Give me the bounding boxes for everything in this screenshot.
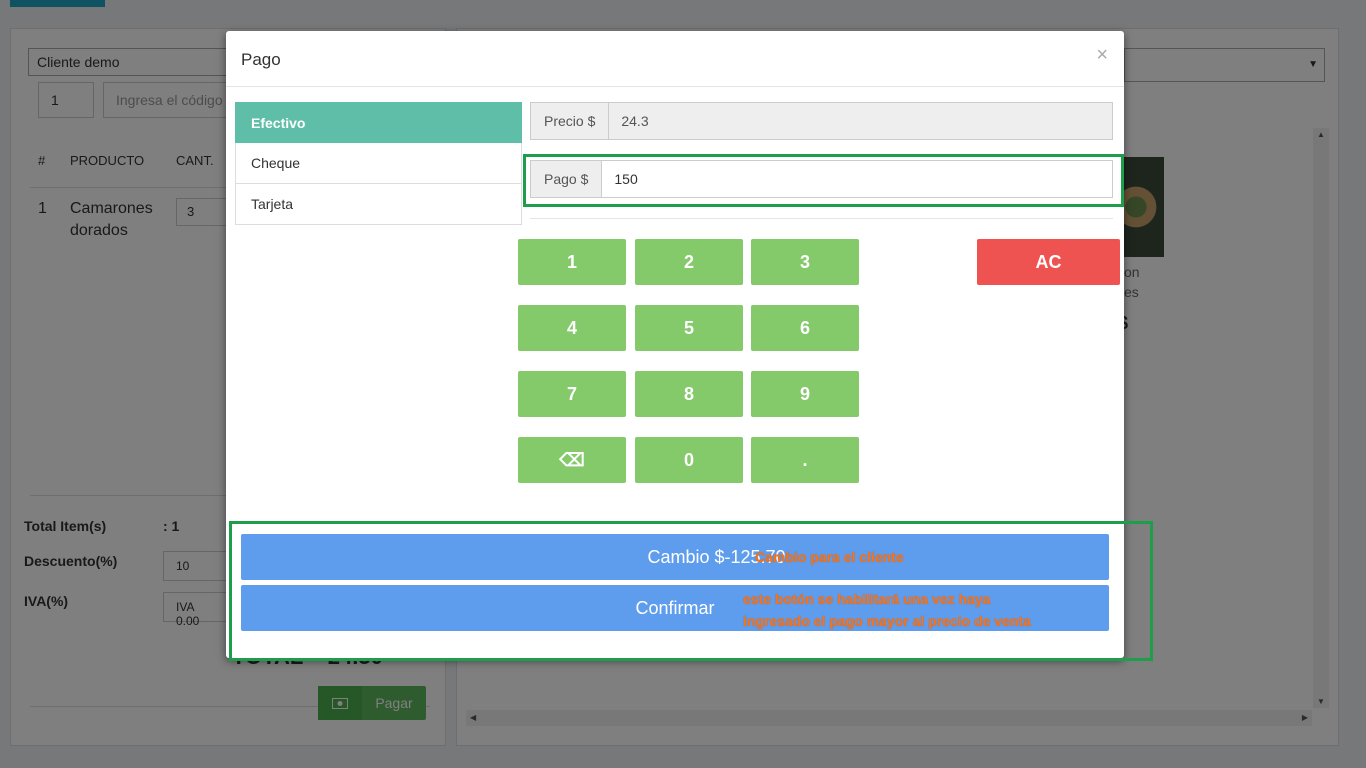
- key-8[interactable]: 8: [635, 371, 743, 417]
- key-7[interactable]: 7: [518, 371, 626, 417]
- key-3[interactable]: 3: [751, 239, 859, 285]
- price-input: 24.3: [608, 102, 1113, 140]
- backspace-key[interactable]: ⌫: [518, 437, 626, 483]
- backspace-icon: ⌫: [559, 449, 585, 470]
- payment-method-tabs: Efectivo Cheque Tarjeta: [235, 102, 522, 225]
- close-icon[interactable]: ×: [1096, 44, 1108, 67]
- tab-tarjeta[interactable]: Tarjeta: [235, 184, 522, 225]
- tab-cheque[interactable]: Cheque: [235, 143, 522, 184]
- payment-input[interactable]: 150: [601, 160, 1113, 198]
- price-label: Precio $: [530, 102, 609, 140]
- key-6[interactable]: 6: [751, 305, 859, 351]
- keypad-divider: [530, 218, 1113, 219]
- key-0[interactable]: 0: [635, 437, 743, 483]
- payment-label: Pago $: [530, 160, 602, 198]
- key-2[interactable]: 2: [635, 239, 743, 285]
- key-decimal[interactable]: .: [751, 437, 859, 483]
- modal-header-divider: [226, 86, 1124, 87]
- tab-efectivo[interactable]: Efectivo: [235, 102, 522, 143]
- clear-button[interactable]: AC: [977, 239, 1120, 285]
- payment-field: Pago $ 150: [530, 160, 1113, 198]
- key-9[interactable]: 9: [751, 371, 859, 417]
- action-highlight-box: [229, 521, 1153, 661]
- key-1[interactable]: 1: [518, 239, 626, 285]
- price-field: Precio $ 24.3: [530, 102, 1113, 140]
- key-4[interactable]: 4: [518, 305, 626, 351]
- modal-title: Pago: [241, 50, 281, 69]
- key-5[interactable]: 5: [635, 305, 743, 351]
